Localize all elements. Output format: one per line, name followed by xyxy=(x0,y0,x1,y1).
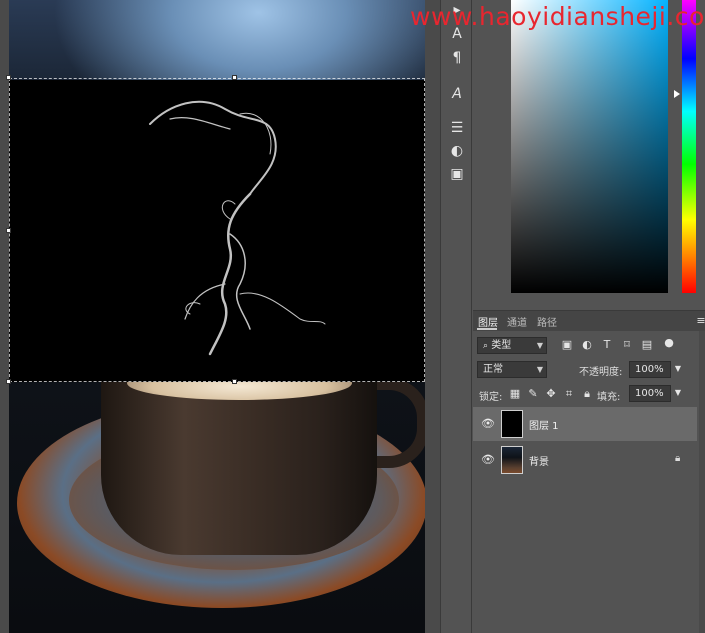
lock-icon: 🔒︎ xyxy=(675,453,681,464)
filter-toggle-icon[interactable]: ● xyxy=(663,337,675,349)
lock-all-icon[interactable]: 🔒︎ xyxy=(581,388,593,400)
transform-handle-bottom-left[interactable] xyxy=(6,379,11,384)
chevron-down-icon: ▼ xyxy=(536,341,543,350)
fill-label: 填充: xyxy=(597,392,621,403)
hue-slider[interactable] xyxy=(682,0,696,293)
kind-filter-value: 类型 xyxy=(491,340,512,351)
layer-thumbnail xyxy=(501,446,523,474)
transform-handle-top-middle[interactable] xyxy=(232,75,237,80)
opacity-label: 不透明度: xyxy=(579,367,623,378)
transform-handle-bottom-middle[interactable] xyxy=(232,379,237,384)
tab-channels[interactable]: 通道 xyxy=(507,314,527,329)
blend-mode-select[interactable]: 正常 ▼ xyxy=(477,361,547,378)
layer-name[interactable]: 图层 1 xyxy=(529,417,559,432)
right-panels: 图层 通道 路径 ≡ ⌕ 类型 ▼ ▣ ◐ T ⌑ ▤ ● 正常 ▼ 不透明度: xyxy=(473,0,705,633)
lock-transparent-icon[interactable]: ▦ xyxy=(509,388,521,400)
layer-name[interactable]: 背景 xyxy=(529,453,549,468)
fill-chevron-icon[interactable]: ▼ xyxy=(672,387,684,399)
glyph-icon[interactable]: A xyxy=(446,84,468,104)
layers-scrollbar[interactable] xyxy=(699,331,705,633)
layers-panel: 图层 通道 路径 ≡ ⌕ 类型 ▼ ▣ ◐ T ⌑ ▤ ● 正常 ▼ 不透明度: xyxy=(473,310,705,633)
lock-label: 锁定: xyxy=(479,392,503,403)
filter-smart-object-icon[interactable]: ▤ xyxy=(641,339,653,351)
filter-adjustment-icon[interactable]: ◐ xyxy=(581,339,593,351)
lock-pixels-icon[interactable]: ✎ xyxy=(527,388,539,400)
lock-position-icon[interactable]: ✥ xyxy=(545,388,557,400)
transform-handle-middle-left[interactable] xyxy=(6,228,11,233)
photoshop-window: ▸ A ¶ A ☰ ◐ ▣ 图层 通道 路径 ≡ ⌕ 类型 ▼ ▣ ◐ T ⌑ … xyxy=(0,0,705,633)
tab-layers[interactable]: 图层 xyxy=(478,314,498,329)
adjust-icon[interactable]: ☰ xyxy=(446,118,468,138)
opacity-input[interactable]: 100% xyxy=(629,361,671,378)
layers-panel-tabs: 图层 通道 路径 ≡ xyxy=(473,311,705,331)
layer-icon[interactable]: ▣ xyxy=(446,164,468,184)
kind-filter-select[interactable]: ⌕ 类型 ▼ xyxy=(477,337,547,354)
layer-thumbnail xyxy=(501,410,523,438)
layer-row[interactable]: 👁︎ 图层 1 xyxy=(473,407,697,441)
hue-pointer-icon[interactable] xyxy=(674,90,680,98)
color-picker-field[interactable] xyxy=(511,0,668,293)
lock-artboard-icon[interactable]: ⌗ xyxy=(563,388,575,400)
opacity-value: 100% xyxy=(635,364,664,375)
document-canvas[interactable] xyxy=(0,0,440,633)
transform-handle-top-left[interactable] xyxy=(6,75,11,80)
watermark: www.haoyidiansheji.com xyxy=(410,2,705,31)
tab-underline xyxy=(477,328,497,330)
blend-mode-value: 正常 xyxy=(483,364,503,375)
visibility-eye-icon[interactable]: 👁︎ xyxy=(481,417,495,431)
filter-shape-icon[interactable]: ⌑ xyxy=(621,339,633,351)
chevron-down-icon: ▼ xyxy=(536,365,543,374)
fill-value: 100% xyxy=(635,388,664,399)
panel-tool-strip: ▸ A ¶ A ☰ ◐ ▣ xyxy=(440,0,472,633)
layer-row[interactable]: 👁︎ 背景 🔒︎ xyxy=(473,443,697,477)
panel-menu-icon[interactable]: ≡ xyxy=(695,315,705,327)
opacity-chevron-icon[interactable]: ▼ xyxy=(672,363,684,375)
filter-pixel-icon[interactable]: ▣ xyxy=(561,339,573,351)
transform-bounding-box xyxy=(9,78,425,382)
circle-half-icon[interactable]: ◐ xyxy=(446,141,468,161)
search-icon: ⌕ xyxy=(483,341,489,351)
filter-type-icon[interactable]: T xyxy=(601,339,613,351)
tab-paths[interactable]: 路径 xyxy=(537,314,557,329)
visibility-eye-icon[interactable]: 👁︎ xyxy=(481,453,495,467)
fill-input[interactable]: 100% xyxy=(629,385,671,402)
paragraph-icon[interactable]: ¶ xyxy=(446,48,468,68)
